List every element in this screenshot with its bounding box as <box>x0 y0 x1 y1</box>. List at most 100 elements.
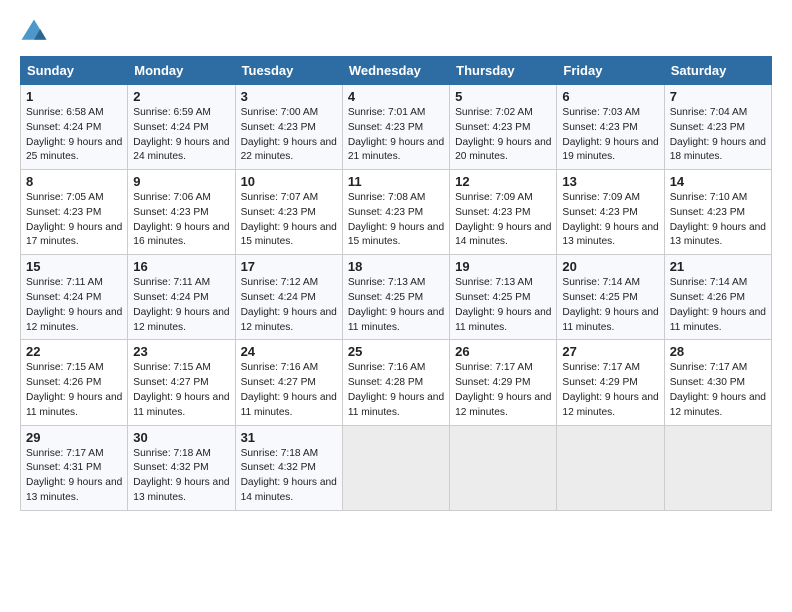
sunset-label: Sunset: 4:24 PM <box>241 292 316 303</box>
sunrise-label: Sunrise: 7:05 AM <box>26 192 104 203</box>
sunset-label: Sunset: 4:23 PM <box>133 207 208 218</box>
calendar-cell <box>664 425 771 510</box>
daylight-label: Daylight: 9 hours and 11 minutes. <box>26 392 122 418</box>
day-number: 18 <box>348 259 444 274</box>
sunrise-label: Sunrise: 7:18 AM <box>241 448 319 459</box>
day-number: 12 <box>455 174 551 189</box>
day-info: Sunrise: 7:09 AM Sunset: 4:23 PM Dayligh… <box>455 191 551 250</box>
daylight-label: Daylight: 9 hours and 13 minutes. <box>133 477 229 503</box>
day-info: Sunrise: 7:00 AM Sunset: 4:23 PM Dayligh… <box>241 106 337 165</box>
sunrise-label: Sunrise: 7:13 AM <box>455 277 533 288</box>
day-number: 31 <box>241 430 337 445</box>
day-number: 15 <box>26 259 122 274</box>
daylight-label: Daylight: 9 hours and 12 minutes. <box>455 392 551 418</box>
sunset-label: Sunset: 4:24 PM <box>133 292 208 303</box>
day-info: Sunrise: 6:58 AM Sunset: 4:24 PM Dayligh… <box>26 106 122 165</box>
day-info: Sunrise: 7:05 AM Sunset: 4:23 PM Dayligh… <box>26 191 122 250</box>
day-info: Sunrise: 7:02 AM Sunset: 4:23 PM Dayligh… <box>455 106 551 165</box>
daylight-label: Daylight: 9 hours and 20 minutes. <box>455 137 551 163</box>
calendar-cell: 5 Sunrise: 7:02 AM Sunset: 4:23 PM Dayli… <box>450 85 557 170</box>
sunrise-label: Sunrise: 7:18 AM <box>133 448 211 459</box>
day-info: Sunrise: 6:59 AM Sunset: 4:24 PM Dayligh… <box>133 106 229 165</box>
sunset-label: Sunset: 4:23 PM <box>455 207 530 218</box>
calendar-cell: 10 Sunrise: 7:07 AM Sunset: 4:23 PM Dayl… <box>235 170 342 255</box>
daylight-label: Daylight: 9 hours and 11 minutes. <box>241 392 337 418</box>
sunset-label: Sunset: 4:31 PM <box>26 462 101 473</box>
header-day-saturday: Saturday <box>664 57 771 85</box>
day-info: Sunrise: 7:17 AM Sunset: 4:29 PM Dayligh… <box>562 361 658 420</box>
sunset-label: Sunset: 4:24 PM <box>133 122 208 133</box>
calendar-cell: 20 Sunrise: 7:14 AM Sunset: 4:25 PM Dayl… <box>557 255 664 340</box>
day-number: 6 <box>562 89 658 104</box>
day-info: Sunrise: 7:10 AM Sunset: 4:23 PM Dayligh… <box>670 191 766 250</box>
calendar-cell: 3 Sunrise: 7:00 AM Sunset: 4:23 PM Dayli… <box>235 85 342 170</box>
daylight-label: Daylight: 9 hours and 21 minutes. <box>348 137 444 163</box>
calendar-cell: 14 Sunrise: 7:10 AM Sunset: 4:23 PM Dayl… <box>664 170 771 255</box>
calendar-cell: 31 Sunrise: 7:18 AM Sunset: 4:32 PM Dayl… <box>235 425 342 510</box>
day-info: Sunrise: 7:06 AM Sunset: 4:23 PM Dayligh… <box>133 191 229 250</box>
day-number: 26 <box>455 344 551 359</box>
sunrise-label: Sunrise: 7:15 AM <box>26 362 104 373</box>
sunrise-label: Sunrise: 6:58 AM <box>26 107 104 118</box>
daylight-label: Daylight: 9 hours and 11 minutes. <box>455 307 551 333</box>
sunrise-label: Sunrise: 7:14 AM <box>670 277 748 288</box>
sunrise-label: Sunrise: 7:16 AM <box>348 362 426 373</box>
calendar-cell: 29 Sunrise: 7:17 AM Sunset: 4:31 PM Dayl… <box>21 425 128 510</box>
header <box>20 18 772 46</box>
sunrise-label: Sunrise: 7:11 AM <box>26 277 103 288</box>
day-info: Sunrise: 7:13 AM Sunset: 4:25 PM Dayligh… <box>348 276 444 335</box>
day-info: Sunrise: 7:04 AM Sunset: 4:23 PM Dayligh… <box>670 106 766 165</box>
daylight-label: Daylight: 9 hours and 11 minutes. <box>348 392 444 418</box>
sunrise-label: Sunrise: 7:03 AM <box>562 107 640 118</box>
daylight-label: Daylight: 9 hours and 11 minutes. <box>562 307 658 333</box>
sunset-label: Sunset: 4:30 PM <box>670 377 745 388</box>
day-number: 22 <box>26 344 122 359</box>
logo-icon <box>20 18 48 46</box>
day-number: 1 <box>26 89 122 104</box>
sunset-label: Sunset: 4:24 PM <box>26 122 101 133</box>
sunrise-label: Sunrise: 7:14 AM <box>562 277 640 288</box>
day-info: Sunrise: 7:03 AM Sunset: 4:23 PM Dayligh… <box>562 106 658 165</box>
sunset-label: Sunset: 4:23 PM <box>26 207 101 218</box>
day-number: 10 <box>241 174 337 189</box>
calendar-cell: 21 Sunrise: 7:14 AM Sunset: 4:26 PM Dayl… <box>664 255 771 340</box>
day-number: 30 <box>133 430 229 445</box>
sunrise-label: Sunrise: 7:16 AM <box>241 362 319 373</box>
daylight-label: Daylight: 9 hours and 19 minutes. <box>562 137 658 163</box>
calendar-week-5: 29 Sunrise: 7:17 AM Sunset: 4:31 PM Dayl… <box>21 425 772 510</box>
sunset-label: Sunset: 4:32 PM <box>133 462 208 473</box>
day-number: 16 <box>133 259 229 274</box>
sunrise-label: Sunrise: 7:00 AM <box>241 107 319 118</box>
day-info: Sunrise: 7:01 AM Sunset: 4:23 PM Dayligh… <box>348 106 444 165</box>
sunrise-label: Sunrise: 7:11 AM <box>133 277 210 288</box>
sunset-label: Sunset: 4:23 PM <box>241 207 316 218</box>
day-info: Sunrise: 7:09 AM Sunset: 4:23 PM Dayligh… <box>562 191 658 250</box>
calendar-cell <box>342 425 449 510</box>
day-number: 19 <box>455 259 551 274</box>
sunrise-label: Sunrise: 7:06 AM <box>133 192 211 203</box>
calendar-week-3: 15 Sunrise: 7:11 AM Sunset: 4:24 PM Dayl… <box>21 255 772 340</box>
calendar-cell: 30 Sunrise: 7:18 AM Sunset: 4:32 PM Dayl… <box>128 425 235 510</box>
sunset-label: Sunset: 4:27 PM <box>133 377 208 388</box>
sunrise-label: Sunrise: 7:02 AM <box>455 107 533 118</box>
calendar-cell: 6 Sunrise: 7:03 AM Sunset: 4:23 PM Dayli… <box>557 85 664 170</box>
day-info: Sunrise: 7:15 AM Sunset: 4:26 PM Dayligh… <box>26 361 122 420</box>
day-info: Sunrise: 7:11 AM Sunset: 4:24 PM Dayligh… <box>133 276 229 335</box>
sunrise-label: Sunrise: 7:17 AM <box>455 362 533 373</box>
daylight-label: Daylight: 9 hours and 13 minutes. <box>26 477 122 503</box>
daylight-label: Daylight: 9 hours and 15 minutes. <box>241 222 337 248</box>
day-number: 13 <box>562 174 658 189</box>
sunrise-label: Sunrise: 7:17 AM <box>670 362 748 373</box>
sunrise-label: Sunrise: 7:04 AM <box>670 107 748 118</box>
sunset-label: Sunset: 4:23 PM <box>241 122 316 133</box>
header-day-monday: Monday <box>128 57 235 85</box>
sunrise-label: Sunrise: 7:13 AM <box>348 277 426 288</box>
day-number: 5 <box>455 89 551 104</box>
page: SundayMondayTuesdayWednesdayThursdayFrid… <box>0 0 792 521</box>
sunrise-label: Sunrise: 7:17 AM <box>562 362 640 373</box>
day-number: 8 <box>26 174 122 189</box>
day-number: 14 <box>670 174 766 189</box>
calendar-cell <box>557 425 664 510</box>
sunrise-label: Sunrise: 7:09 AM <box>562 192 640 203</box>
day-info: Sunrise: 7:17 AM Sunset: 4:30 PM Dayligh… <box>670 361 766 420</box>
